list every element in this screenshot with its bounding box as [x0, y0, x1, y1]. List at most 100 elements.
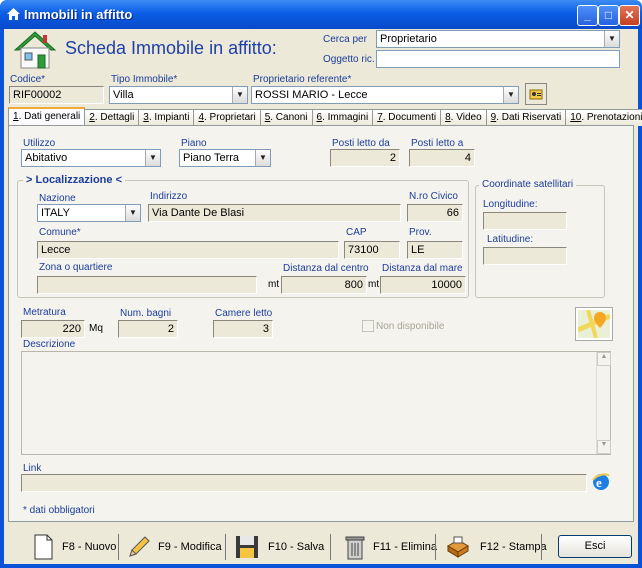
house-small-icon: [7, 8, 20, 20]
tab-10[interactable]: 10. Prenotazioni: [565, 109, 642, 126]
close-icon: ✕: [624, 8, 635, 22]
longitudine-label: Longitudine:: [483, 199, 538, 210]
prov-field[interactable]: LE: [407, 241, 463, 259]
tab-label: . Video: [450, 112, 482, 123]
link-field[interactable]: [21, 474, 587, 492]
chevron-down-icon: ▼: [232, 87, 247, 103]
tab-number: 10: [570, 112, 582, 123]
bagni-field[interactable]: 2: [118, 320, 178, 338]
search-object-input[interactable]: [376, 50, 620, 68]
page-title: Scheda Immobile in affitto:: [65, 38, 277, 58]
distanza-mare-field[interactable]: 10000: [380, 276, 466, 294]
cap-field[interactable]: 73100: [344, 241, 400, 259]
tipo-immobile-label: Tipo Immobile*: [111, 74, 178, 85]
posti-letto-a-label: Posti letto a: [411, 138, 464, 149]
nuovo-button[interactable]: F8 - Nuovo: [30, 534, 116, 560]
minimize-icon: _: [584, 8, 591, 22]
tab-2[interactable]: 2. Dettagli: [84, 109, 140, 126]
tab-label: . Immagini: [322, 112, 369, 123]
footer-toolbar: F8 - Nuovo F9 - Modifica F10 - Salva F11…: [4, 528, 638, 564]
chevron-down-icon: ▼: [604, 31, 619, 47]
tab-label: . Dati Riservati: [496, 112, 562, 123]
zona-field[interactable]: [37, 276, 257, 294]
minimize-button[interactable]: _: [577, 5, 598, 26]
comune-field[interactable]: Lecce: [37, 241, 339, 259]
toolbar-separator: [435, 534, 436, 560]
printer-icon: [447, 536, 469, 558]
utilizzo-select[interactable]: Abitativo ▼: [21, 149, 161, 167]
modifica-button[interactable]: F9 - Modifica: [126, 534, 222, 560]
civico-label: N.ro Civico: [409, 191, 458, 202]
metratura-unit: Mq: [89, 323, 103, 334]
window-title: Immobili in affitto: [24, 7, 133, 22]
latitudine-label: Latitudine:: [487, 234, 534, 245]
tab-3[interactable]: 3. Impianti: [138, 109, 195, 126]
form-client-area: Scheda Immobile in affitto: Cerca per Pr…: [4, 29, 642, 564]
latitudine-field[interactable]: [483, 247, 567, 265]
descrizione-scrollbar[interactable]: ▲ ▼: [596, 352, 611, 454]
civico-field[interactable]: 66: [407, 204, 463, 222]
indirizzo-field[interactable]: Via Dante De Blasi: [148, 204, 401, 222]
toolbar-separator: [225, 534, 226, 560]
distanza-centro-field[interactable]: 800: [281, 276, 367, 294]
document-icon: [34, 534, 53, 560]
title-bar[interactable]: Immobili in affitto _ □ ✕: [0, 0, 642, 29]
close-button[interactable]: ✕: [619, 5, 640, 26]
internet-explorer-icon: e: [592, 473, 610, 490]
chevron-down-icon: ▼: [255, 150, 270, 166]
scroll-up-icon[interactable]: ▲: [597, 352, 611, 366]
open-link-button[interactable]: e: [591, 472, 611, 492]
chevron-down-icon: ▼: [145, 150, 160, 166]
tab-1[interactable]: 1. Dati generali: [8, 107, 86, 126]
proprietario-select[interactable]: ROSSI MARIO - Lecce ▼: [251, 86, 519, 104]
non-disponibile-checkbox[interactable]: [362, 320, 374, 332]
tab-7[interactable]: 7. Documenti: [372, 109, 442, 126]
codice-field[interactable]: RIF00002: [9, 86, 104, 104]
longitudine-field[interactable]: [483, 212, 567, 230]
map-button[interactable]: [575, 307, 613, 341]
distanza-centro-label: Distanza dal centro: [283, 263, 369, 274]
piano-select[interactable]: Piano Terra ▼: [179, 149, 271, 167]
trash-bin-icon: [345, 536, 365, 560]
posti-letto-a-field[interactable]: 4: [409, 149, 475, 167]
camere-field[interactable]: 3: [213, 320, 273, 338]
posti-letto-da-field[interactable]: 2: [330, 149, 400, 167]
tab-label: . Dati generali: [18, 111, 81, 122]
esci-button[interactable]: Esci: [558, 535, 632, 558]
tab-panel-dati-generali: Utilizzo Abitativo ▼ Piano Piano Terra ▼ P…: [8, 125, 634, 522]
tab-8[interactable]: 8. Video: [440, 109, 487, 126]
tab-6[interactable]: 6. Immagini: [311, 109, 374, 126]
chevron-down-icon: ▼: [503, 87, 518, 103]
bagni-label: Num. bagni: [120, 308, 172, 319]
posti-letto-da-label: Posti letto da: [332, 138, 390, 149]
floppy-disk-icon: [236, 536, 258, 558]
distanza-mare-label: Distanza dal mare: [382, 263, 463, 274]
tab-label: . Dettagli: [94, 112, 135, 123]
pencil-icon: [129, 536, 150, 557]
localizzazione-title[interactable]: > Localizzazione <: [23, 174, 126, 186]
chevron-down-icon: ▼: [125, 205, 140, 221]
tipo-immobile-select[interactable]: Villa ▼: [109, 86, 248, 104]
search-object-label: Oggetto ric.: [323, 54, 375, 65]
tab-4[interactable]: 4. Proprietari: [193, 109, 261, 126]
distanza-centro-unit: mt: [268, 279, 280, 290]
descrizione-textarea[interactable]: [21, 351, 611, 455]
house-icon: [13, 31, 57, 69]
metratura-field[interactable]: 220: [21, 320, 85, 338]
tab-label: . Prenotazioni: [581, 112, 642, 123]
zona-label: Zona o quartiere: [39, 262, 113, 273]
toolbar-separator: [330, 534, 331, 560]
search-by-select[interactable]: Proprietario ▼: [376, 30, 620, 48]
proprietario-card-button[interactable]: [525, 83, 547, 105]
maximize-button[interactable]: □: [598, 5, 619, 26]
scroll-down-icon[interactable]: ▼: [597, 440, 611, 454]
nazione-select[interactable]: ITALY ▼: [37, 204, 141, 222]
camere-label: Camere letto: [215, 308, 273, 319]
indirizzo-label: Indirizzo: [150, 191, 188, 202]
codice-label: Codice*: [10, 74, 46, 85]
stampa-button[interactable]: F12 - Stampa: [445, 534, 547, 560]
elimina-button[interactable]: F11 - Elimina: [342, 534, 437, 560]
tab-5[interactable]: 5. Canoni: [259, 109, 313, 126]
tab-9[interactable]: 9. Dati Riservati: [485, 109, 567, 126]
salva-button[interactable]: F10 - Salva: [234, 534, 324, 560]
